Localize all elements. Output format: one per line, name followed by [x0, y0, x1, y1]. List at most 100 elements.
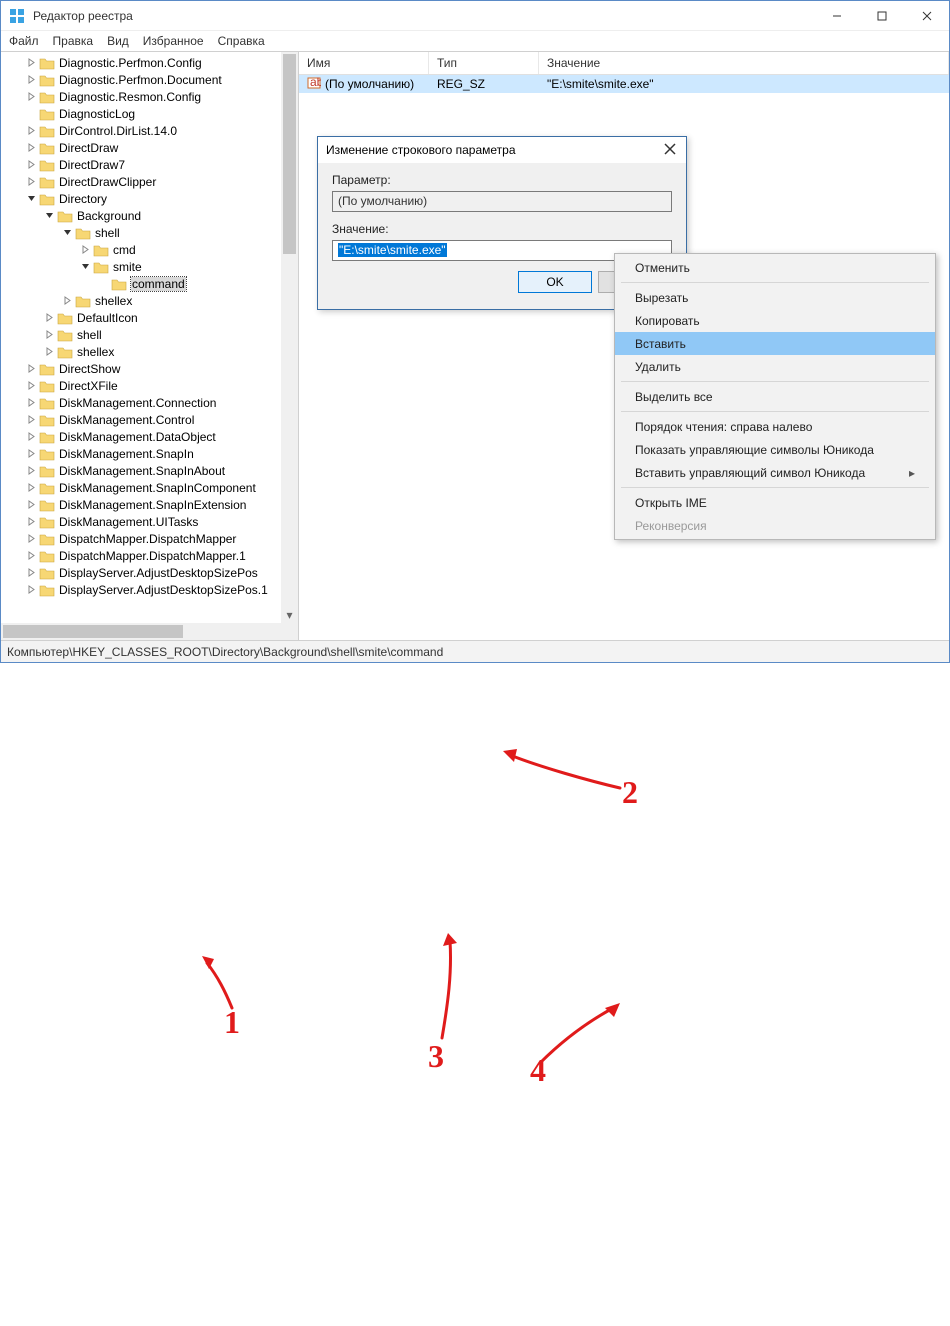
chevron-right-icon[interactable]: [25, 91, 37, 103]
chevron-right-icon[interactable]: [25, 125, 37, 137]
value-label: Значение:: [332, 222, 672, 236]
tree-node[interactable]: shellex: [1, 343, 298, 360]
ctx-cut[interactable]: Вырезать: [615, 286, 935, 309]
maximize-button[interactable]: [859, 1, 904, 31]
tree-node[interactable]: shell: [1, 224, 298, 241]
chevron-right-icon[interactable]: [25, 465, 37, 477]
ctx-paste[interactable]: Вставить: [615, 332, 935, 355]
close-button[interactable]: [904, 1, 949, 31]
tree-node[interactable]: shellex: [1, 292, 298, 309]
dialog-title: Изменение строкового параметра: [326, 143, 516, 157]
chevron-right-icon[interactable]: [25, 159, 37, 171]
tree-node[interactable]: DiskManagement.SnapInExtension: [1, 496, 298, 513]
minimize-button[interactable]: [814, 1, 859, 31]
menu-file[interactable]: Файл: [9, 34, 39, 48]
tree-node-label: shell: [77, 328, 102, 342]
ctx-copy[interactable]: Копировать: [615, 309, 935, 332]
hscroll-thumb[interactable]: [3, 625, 183, 638]
chevron-right-icon[interactable]: [25, 584, 37, 596]
chevron-right-icon[interactable]: [25, 516, 37, 528]
tree-node[interactable]: DirectXFile: [1, 377, 298, 394]
chevron-down-icon[interactable]: [25, 193, 37, 205]
tree-node-label: shell: [95, 226, 120, 240]
scroll-down-icon[interactable]: ▾: [281, 606, 298, 623]
col-name[interactable]: Имя: [299, 52, 429, 74]
ctx-selectall[interactable]: Выделить все: [615, 385, 935, 408]
chevron-right-icon[interactable]: [25, 567, 37, 579]
tree-node[interactable]: DirectDraw: [1, 139, 298, 156]
chevron-right-icon[interactable]: [25, 414, 37, 426]
tree-node[interactable]: Diagnostic.Perfmon.Config: [1, 54, 298, 71]
tree-node[interactable]: smite: [1, 258, 298, 275]
value-type: REG_SZ: [429, 77, 539, 91]
tree-node-label: command: [131, 277, 186, 291]
tree-pane[interactable]: Diagnostic.Perfmon.ConfigDiagnostic.Perf…: [1, 52, 299, 640]
tree-node[interactable]: Directory: [1, 190, 298, 207]
tree-node[interactable]: DispatchMapper.DispatchMapper.1: [1, 547, 298, 564]
ctx-delete[interactable]: Удалить: [615, 355, 935, 378]
ctx-rtl[interactable]: Порядок чтения: справа налево: [615, 415, 935, 438]
chevron-down-icon[interactable]: [61, 227, 73, 239]
tree-hscrollbar[interactable]: [1, 623, 281, 640]
folder-icon: [39, 192, 55, 206]
chevron-right-icon[interactable]: [43, 346, 55, 358]
chevron-right-icon[interactable]: [25, 363, 37, 375]
tree-node[interactable]: DefaultIcon: [1, 309, 298, 326]
tree-node[interactable]: DiskManagement.SnapIn: [1, 445, 298, 462]
chevron-right-icon[interactable]: [25, 142, 37, 154]
tree-node[interactable]: DisplayServer.AdjustDesktopSizePos: [1, 564, 298, 581]
tree-node[interactable]: DiskManagement.SnapInComponent: [1, 479, 298, 496]
chevron-right-icon[interactable]: [43, 329, 55, 341]
tree-node[interactable]: shell: [1, 326, 298, 343]
tree-node[interactable]: DiskManagement.Connection: [1, 394, 298, 411]
chevron-right-icon[interactable]: [25, 176, 37, 188]
chevron-right-icon[interactable]: [25, 448, 37, 460]
tree-node[interactable]: Background: [1, 207, 298, 224]
chevron-right-icon[interactable]: [25, 550, 37, 562]
menu-view[interactable]: Вид: [107, 34, 129, 48]
ok-button[interactable]: OK: [518, 271, 592, 293]
tree-node[interactable]: DirectDraw7: [1, 156, 298, 173]
tree-node[interactable]: DiskManagement.UITasks: [1, 513, 298, 530]
ctx-openime[interactable]: Открыть IME: [615, 491, 935, 514]
chevron-none: [25, 108, 37, 120]
tree-node[interactable]: DiskManagement.SnapInAbout: [1, 462, 298, 479]
tree-node[interactable]: DisplayServer.AdjustDesktopSizePos.1: [1, 581, 298, 598]
chevron-right-icon[interactable]: [25, 380, 37, 392]
chevron-right-icon[interactable]: [25, 74, 37, 86]
tree-node[interactable]: DiagnosticLog: [1, 105, 298, 122]
ctx-insertuni[interactable]: Вставить управляющий символ Юникода▸: [615, 461, 935, 484]
tree-node[interactable]: DiskManagement.Control: [1, 411, 298, 428]
tree-node[interactable]: DirectDrawClipper: [1, 173, 298, 190]
ctx-showuni[interactable]: Показать управляющие символы Юникода: [615, 438, 935, 461]
menu-favorites[interactable]: Избранное: [143, 34, 204, 48]
chevron-down-icon[interactable]: [79, 261, 91, 273]
chevron-right-icon[interactable]: [25, 533, 37, 545]
menu-edit[interactable]: Правка: [53, 34, 94, 48]
menu-help[interactable]: Справка: [218, 34, 265, 48]
chevron-right-icon[interactable]: [25, 57, 37, 69]
tree-node[interactable]: DispatchMapper.DispatchMapper: [1, 530, 298, 547]
tree-node[interactable]: DirectShow: [1, 360, 298, 377]
tree-node[interactable]: DiskManagement.DataObject: [1, 428, 298, 445]
ctx-undo[interactable]: Отменить: [615, 256, 935, 279]
chevron-right-icon[interactable]: [25, 397, 37, 409]
scroll-thumb[interactable]: [283, 54, 296, 254]
col-type[interactable]: Тип: [429, 52, 539, 74]
tree-node[interactable]: Diagnostic.Resmon.Config: [1, 88, 298, 105]
chevron-right-icon[interactable]: [25, 482, 37, 494]
dialog-close-button[interactable]: [664, 143, 678, 157]
chevron-down-icon[interactable]: [43, 210, 55, 222]
tree-node[interactable]: DirControl.DirList.14.0: [1, 122, 298, 139]
chevron-right-icon[interactable]: [25, 499, 37, 511]
tree-node[interactable]: Diagnostic.Perfmon.Document: [1, 71, 298, 88]
chevron-right-icon[interactable]: [79, 244, 91, 256]
chevron-right-icon[interactable]: [25, 431, 37, 443]
chevron-right-icon[interactable]: [43, 312, 55, 324]
value-row[interactable]: ab (По умолчанию) REG_SZ "E:\smite\smite…: [299, 75, 949, 93]
tree-node-selected[interactable]: command: [1, 275, 298, 292]
tree-vscrollbar[interactable]: ▴ ▾: [281, 52, 298, 640]
chevron-right-icon[interactable]: [61, 295, 73, 307]
tree-node[interactable]: cmd: [1, 241, 298, 258]
col-value[interactable]: Значение: [539, 52, 949, 74]
